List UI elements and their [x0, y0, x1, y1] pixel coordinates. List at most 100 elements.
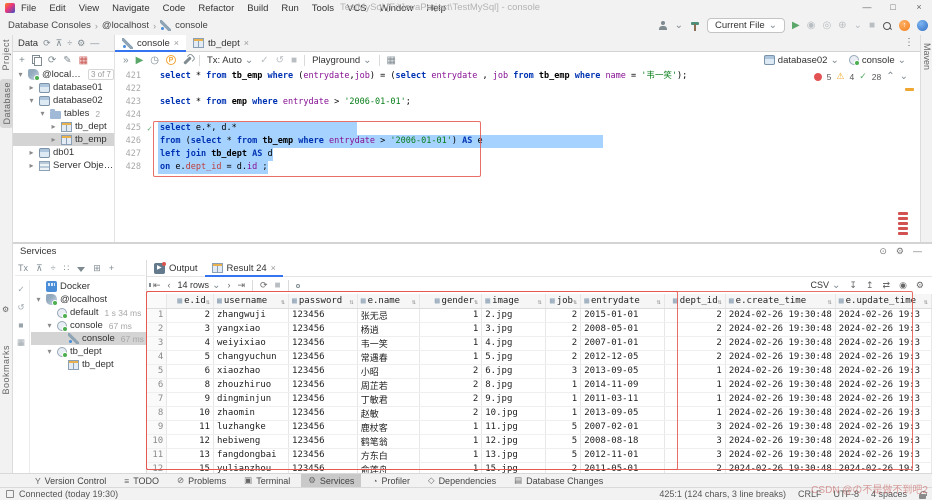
cell-e-name[interactable]: 周芷若 — [357, 378, 419, 392]
column-header-password[interactable]: ▦password⇅ — [289, 294, 358, 308]
cell-password[interactable]: 123456 — [289, 406, 358, 420]
tool-window-button-profiler[interactable]: ◔Profiler — [365, 474, 417, 488]
cancel-query-icon[interactable]: ■ — [291, 55, 297, 66]
code-text[interactable]: select e.*, d.* — [158, 122, 357, 135]
tool-window-button-todo[interactable]: ≡TODO — [117, 474, 166, 488]
cell-entrydate[interactable]: 2013-09-05 — [581, 364, 665, 378]
execute-button[interactable]: ▶ — [136, 55, 144, 66]
menu-item-file[interactable]: File — [21, 3, 36, 14]
chevron-down-icon[interactable]: ▾ — [38, 109, 47, 118]
sort-icon[interactable]: ⇅ — [538, 298, 542, 306]
cell-entrydate[interactable]: 2011-03-11 — [581, 392, 665, 406]
menu-item-code[interactable]: Code — [163, 3, 186, 14]
first-page-icon[interactable]: ⇤ — [153, 280, 161, 291]
stop-icon[interactable]: ■ — [18, 320, 23, 330]
cell-username[interactable]: yangxiao — [213, 322, 288, 336]
cell-e-name[interactable]: 常遇春 — [357, 350, 419, 364]
cell-username[interactable]: zhouzhiruo — [213, 378, 288, 392]
cell-dept-id[interactable]: 2 — [664, 322, 725, 336]
cell-e-update-time[interactable]: 2024-02-26 19:3 — [835, 308, 931, 322]
cell-e-name[interactable]: 丁敏君 — [357, 392, 419, 406]
cell-e-update-time[interactable]: 2024-02-26 19:3 — [835, 336, 931, 350]
cell-e-update-time[interactable]: 2024-02-26 19:3 — [835, 448, 931, 462]
gear-icon[interactable]: ⚙ — [77, 38, 85, 49]
cell-e-update-time[interactable]: 2024-02-26 19:3 — [835, 434, 931, 448]
chevron-right-icon[interactable]: ▸ — [27, 83, 36, 92]
cell-username[interactable]: fangdongbai — [213, 448, 288, 462]
cell-image[interactable]: 4.jpg — [482, 336, 546, 350]
cell-e-create-time[interactable]: 2024-02-26 19:30:48 — [725, 420, 835, 434]
error-stripe-mark[interactable] — [898, 212, 908, 215]
cell-gender[interactable]: 1 — [420, 308, 482, 322]
cell-password[interactable]: 123456 — [289, 434, 358, 448]
gear-icon[interactable]: ⚙ — [916, 280, 924, 291]
sql-editor[interactable]: 421select * from tb_emp where (entrydate… — [115, 68, 920, 242]
tool-window-button-version-control[interactable]: YVersion Control — [28, 474, 113, 488]
row-number-cell[interactable]: 4 — [147, 350, 167, 364]
tool-window-stripe-bookmarks[interactable]: Bookmarks — [1, 345, 11, 395]
breadcrumb-item-database-consoles[interactable]: Database Consoles — [8, 20, 91, 31]
close-tab-icon[interactable]: × — [174, 38, 179, 48]
tx-icon[interactable]: Tx — [18, 263, 28, 273]
notifications-icon[interactable] — [917, 20, 928, 31]
cell-e-update-time[interactable]: 2024-02-26 19:3 — [835, 392, 931, 406]
chevron-down-icon[interactable]: ▾ — [45, 347, 54, 356]
prev-issue-icon[interactable]: ⌃ — [886, 71, 894, 82]
cell-dept-id[interactable]: 3 — [664, 434, 725, 448]
cell-password[interactable]: 123456 — [289, 420, 358, 434]
sort-icon[interactable]: ⇅ — [828, 298, 832, 306]
cell-gender[interactable]: 2 — [420, 392, 482, 406]
breadcrumb-item-localhost[interactable]: @localhost — [102, 20, 149, 31]
caret-position-widget[interactable]: 425:1 (124 chars, 3 line breaks) — [659, 489, 786, 499]
minimize-button[interactable]: — — [854, 0, 880, 16]
line-separator-widget[interactable]: CRLF — [798, 489, 822, 499]
cell-dept-id[interactable]: 2 — [664, 336, 725, 350]
cell-password[interactable]: 123456 — [289, 350, 358, 364]
column-header-entrydate[interactable]: ▦entrydate⇅ — [581, 294, 665, 308]
cell-username[interactable]: hebiweng — [213, 434, 288, 448]
cell-e-update-time[interactable]: 2024-02-26 19:3 — [835, 350, 931, 364]
cell-entrydate[interactable]: 2012-12-05 — [581, 350, 665, 364]
rollback-icon[interactable]: ↺ — [17, 302, 24, 313]
close-button[interactable]: × — [906, 0, 932, 16]
cell-username[interactable]: luzhangke — [213, 420, 288, 434]
cell-image[interactable]: 2.jpg — [482, 308, 546, 322]
error-stripe-mark[interactable] — [898, 227, 908, 230]
menu-item-view[interactable]: View — [79, 3, 99, 14]
cell-e-create-time[interactable]: 2024-02-26 19:30:48 — [725, 462, 835, 473]
search-everywhere-icon[interactable] — [882, 21, 892, 31]
gear-icon[interactable]: ⚙ — [896, 246, 904, 257]
column-header-e-name[interactable]: ▦e.name⇅ — [357, 294, 419, 308]
services-tree-item-docker[interactable]: Docker — [31, 280, 146, 293]
commit-icon[interactable]: ✓ — [260, 55, 268, 66]
cell-gender[interactable]: 1 — [420, 420, 482, 434]
cell-dept-id[interactable]: 1 — [664, 406, 725, 420]
sort-icon[interactable]: ⇅ — [657, 298, 661, 306]
code-text[interactable]: from (select * from tb_emp where entryda… — [158, 135, 603, 148]
cell-e-name[interactable]: 鹿杖客 — [357, 420, 419, 434]
cell-username[interactable]: changyuchun — [213, 350, 288, 364]
chevron-down-icon[interactable]: ▾ — [45, 321, 54, 330]
tool-window-stripe-database[interactable]: Database — [0, 79, 13, 128]
cell-job[interactable]: 2 — [545, 308, 580, 322]
table-view-icon[interactable]: ▦ — [387, 55, 396, 66]
row-number-cell[interactable]: 9 — [147, 420, 167, 434]
code-text[interactable] — [158, 109, 160, 122]
maximize-button[interactable]: □ — [880, 0, 906, 16]
tool-window-button-dependencies[interactable]: ◇Dependencies — [421, 474, 503, 488]
hide-panel-icon[interactable]: — — [90, 38, 99, 48]
close-tab-icon[interactable]: × — [244, 38, 249, 48]
cell-e-id[interactable]: 4 — [167, 336, 214, 350]
cell-entrydate[interactable]: 2015-01-01 — [581, 308, 665, 322]
cell-password[interactable]: 123456 — [289, 392, 358, 406]
menu-item-navigate[interactable]: Navigate — [112, 3, 150, 14]
menu-item-build[interactable]: Build — [247, 3, 268, 14]
open-in-new-icon[interactable]: ⊞ — [93, 263, 101, 274]
services-tree-item-console[interactable]: ▾console67 ms — [31, 319, 146, 332]
history-icon[interactable]: ◷ — [150, 55, 159, 66]
chevron-down-icon[interactable]: ⌄ — [854, 20, 862, 31]
db-tree-item-tb-emp[interactable]: ▸tb_emp — [13, 133, 114, 146]
ide-update-icon[interactable]: ↑ — [899, 20, 910, 31]
cell-gender[interactable]: 1 — [420, 448, 482, 462]
code-text[interactable]: left join tb_dept AS d — [158, 148, 273, 161]
